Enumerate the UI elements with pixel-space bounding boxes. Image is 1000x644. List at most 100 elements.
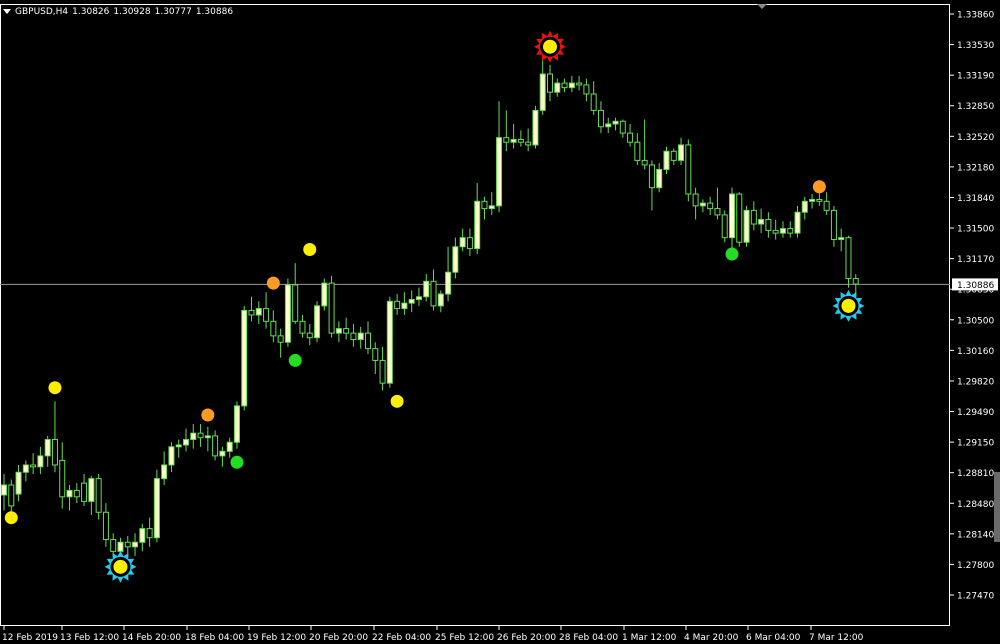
candle bbox=[743, 205, 750, 247]
candle-body-bull bbox=[408, 298, 415, 304]
open-value: 1.30826 bbox=[72, 7, 110, 17]
candle bbox=[314, 301, 321, 343]
candle-body-bull bbox=[794, 211, 801, 234]
candle bbox=[132, 533, 139, 556]
candle-body-bear bbox=[707, 202, 714, 210]
candle bbox=[561, 78, 568, 93]
candle bbox=[204, 426, 211, 452]
candle-body-bull bbox=[88, 478, 95, 502]
candles-group bbox=[1, 60, 859, 558]
candle bbox=[233, 401, 240, 449]
candle-body-bear bbox=[73, 489, 80, 498]
candle bbox=[175, 439, 182, 458]
signal-star-icon bbox=[104, 550, 137, 583]
y-tick-label: 1.28140 bbox=[957, 530, 994, 540]
candle-body-bear bbox=[648, 164, 655, 189]
x-tick-label: 13 Feb 12:00 bbox=[60, 633, 119, 643]
candle bbox=[415, 287, 422, 306]
candle-body-bull bbox=[284, 284, 291, 343]
candle-body-bear bbox=[430, 280, 437, 307]
candle bbox=[496, 101, 503, 213]
candle bbox=[474, 183, 481, 255]
candle bbox=[838, 228, 845, 252]
candle-body-bear bbox=[845, 237, 852, 280]
candle bbox=[168, 442, 175, 473]
candle-body-bear bbox=[830, 209, 837, 240]
candle bbox=[794, 205, 801, 238]
candle bbox=[59, 442, 66, 509]
candle-body-bear bbox=[641, 159, 648, 166]
candle-body-bull bbox=[44, 439, 51, 457]
candle bbox=[590, 81, 597, 115]
candle bbox=[15, 464, 22, 502]
y-tick-label: 1.27800 bbox=[957, 561, 994, 571]
x-tick-label: 18 Feb 04:00 bbox=[185, 633, 244, 643]
y-tick-label: 1.29490 bbox=[957, 408, 994, 418]
signal-dot bbox=[725, 247, 739, 261]
candle-body-bull bbox=[423, 280, 430, 298]
candle-body-bull bbox=[532, 109, 539, 146]
scroll-handle[interactable] bbox=[994, 472, 1000, 542]
candle-body-bear bbox=[299, 320, 306, 334]
candle-body-bear bbox=[466, 237, 473, 250]
candle bbox=[634, 133, 641, 165]
candle-body-bull bbox=[779, 228, 786, 234]
candle-body-bull bbox=[321, 282, 328, 307]
chart-canvas[interactable]: 1.33860 1.33530 1.33190 1.32850 1.32520 1.321… bbox=[0, 0, 1000, 644]
signal-dot bbox=[230, 455, 244, 469]
candle-body-bear bbox=[823, 200, 830, 211]
candle-body-bear bbox=[634, 141, 641, 161]
current-price-label: 1.30886 bbox=[957, 281, 994, 291]
candle-body-bear bbox=[816, 198, 823, 202]
candle-body-bear bbox=[30, 464, 37, 468]
candle bbox=[1, 474, 7, 511]
signal-dot bbox=[303, 242, 317, 256]
candle-body-bull bbox=[153, 478, 160, 539]
candle-body-bull bbox=[510, 138, 517, 143]
candle-body-bear bbox=[619, 120, 626, 134]
candle bbox=[212, 430, 219, 461]
candle bbox=[270, 310, 277, 343]
candle bbox=[386, 296, 393, 388]
price-chart[interactable]: 1.33860 1.33530 1.33190 1.32850 1.32520 1.321… bbox=[0, 0, 1000, 644]
candle-body-bull bbox=[255, 308, 262, 316]
candle-body-bull bbox=[474, 200, 481, 250]
x-tick-label: 6 Mar 04:00 bbox=[746, 633, 801, 643]
x-tick-label: 20 Feb 20:00 bbox=[309, 633, 368, 643]
candle-body-bull bbox=[539, 73, 546, 111]
candle bbox=[430, 269, 437, 311]
candle bbox=[445, 246, 452, 302]
candle-body-bear bbox=[51, 439, 58, 466]
candle-body-bull bbox=[204, 435, 211, 439]
candle bbox=[707, 196, 714, 215]
candle-body-bull bbox=[729, 193, 735, 239]
candle-body-bear bbox=[394, 300, 401, 310]
candle-body-bull bbox=[445, 271, 452, 295]
candle bbox=[88, 475, 95, 515]
x-tick-label: 12 Feb 2019 bbox=[2, 633, 58, 643]
candle-body-bull bbox=[656, 168, 663, 189]
dropdown-triangle-icon[interactable] bbox=[3, 9, 11, 14]
x-tick-label: 7 Mar 12:00 bbox=[809, 633, 864, 643]
y-tick-label: 1.31500 bbox=[957, 225, 994, 235]
candle bbox=[124, 535, 131, 555]
candle bbox=[197, 424, 204, 447]
candle-body-bull bbox=[66, 489, 73, 498]
low-value: 1.30777 bbox=[154, 7, 192, 17]
candle-body-bear bbox=[248, 309, 255, 316]
candle bbox=[299, 314, 306, 338]
chart-shift-marker-icon[interactable] bbox=[757, 4, 767, 9]
candle-body-bear bbox=[692, 193, 699, 207]
y-tick-label: 1.31840 bbox=[957, 194, 994, 204]
candle-body-bull bbox=[488, 205, 495, 210]
candle-body-bear bbox=[197, 432, 204, 439]
candle-body-bear bbox=[787, 228, 794, 234]
candle bbox=[503, 110, 510, 152]
candle-body-bull bbox=[241, 309, 248, 407]
candle bbox=[648, 160, 655, 211]
candle-body-bull bbox=[678, 144, 685, 161]
candle-body-bear bbox=[590, 93, 597, 111]
candle-body-bear bbox=[110, 539, 117, 552]
y-tick-label: 1.33530 bbox=[957, 41, 994, 51]
candle bbox=[190, 424, 197, 449]
